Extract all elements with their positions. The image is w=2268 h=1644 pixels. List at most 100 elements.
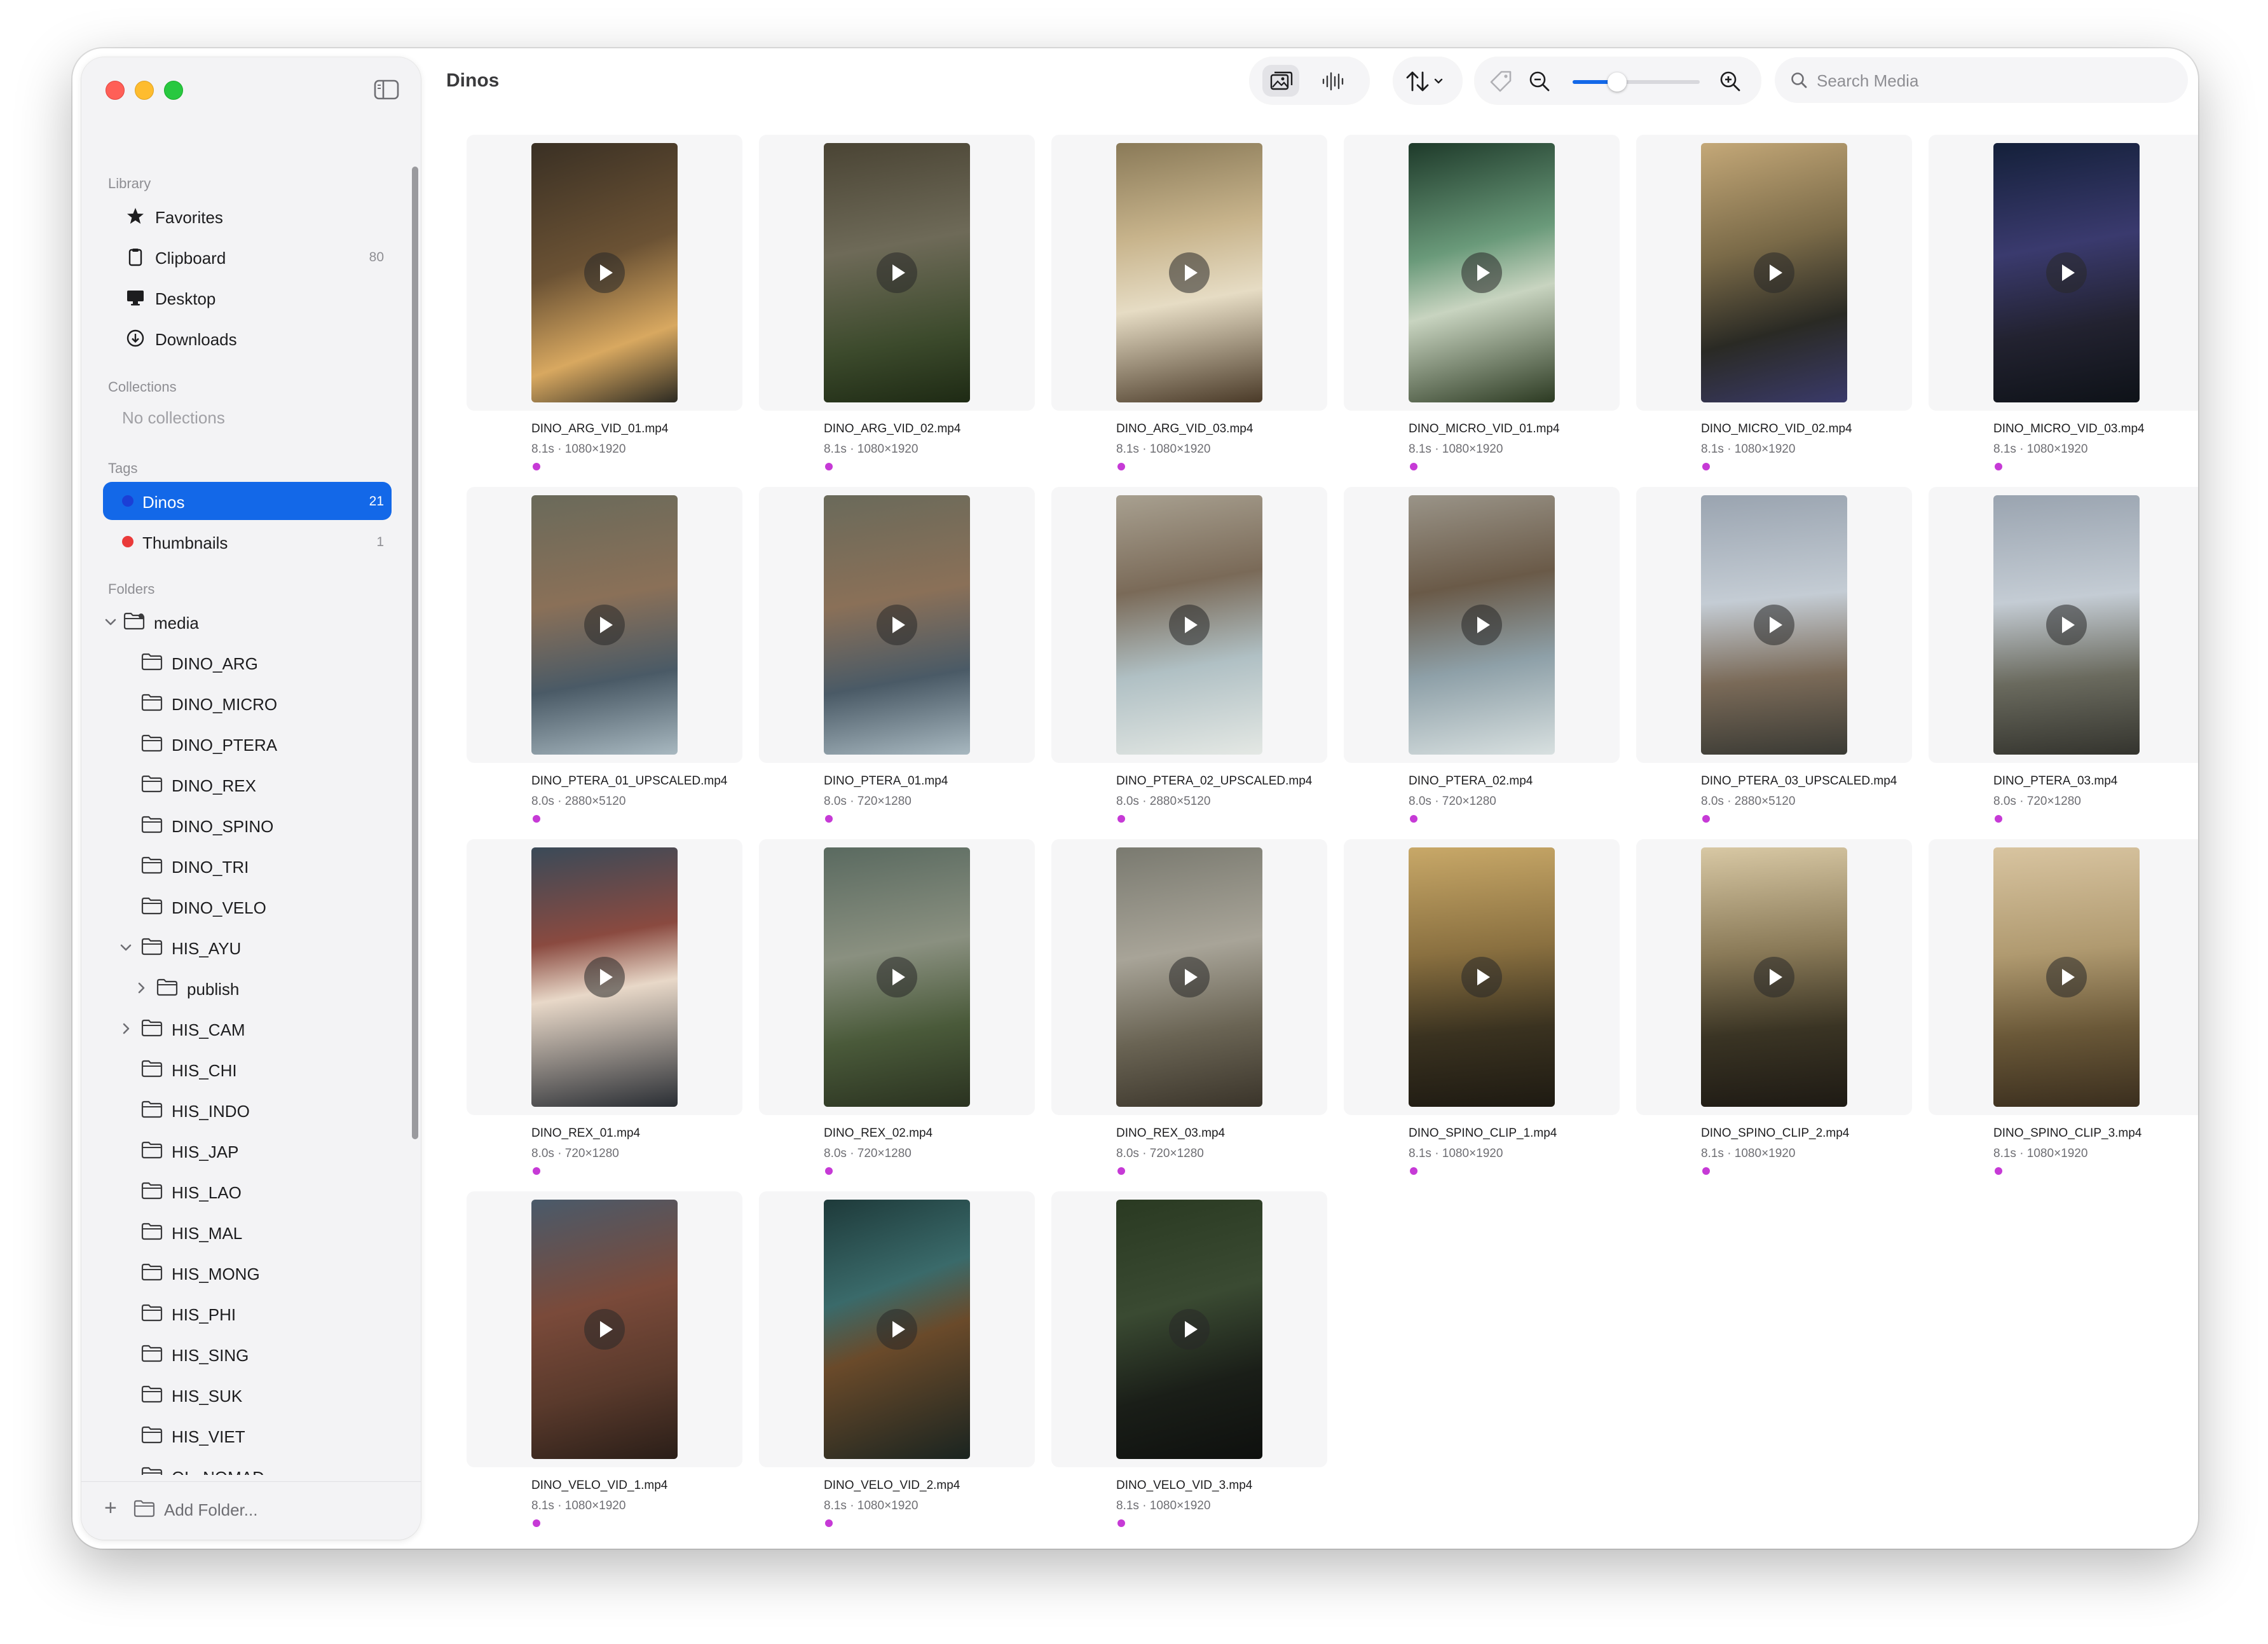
sidebar-folder-his-mong[interactable]: HIS_MONG [118,1254,411,1292]
zoom-slider[interactable] [1573,72,1700,92]
media-thumbnail-tile[interactable] [1636,839,1912,1115]
sidebar-folder-his-sing[interactable]: HIS_SING [118,1335,411,1373]
sidebar-folder-his-cam[interactable]: HIS_CAM [118,1010,411,1048]
sidebar-item-clipboard[interactable]: Clipboard 80 [103,238,392,276]
video-thumbnail[interactable] [1409,847,1555,1107]
zoom-out-icon[interactable] [1528,70,1551,93]
minimize-window-button[interactable] [135,81,154,100]
sidebar-folder-dino-micro[interactable]: DINO_MICRO [118,684,411,722]
video-thumbnail[interactable] [1116,1200,1262,1459]
media-thumbnail-tile[interactable] [759,839,1035,1115]
video-thumbnail[interactable] [824,1200,970,1459]
chevron-right-icon[interactable] [118,1021,133,1036]
video-thumbnail[interactable] [1701,143,1847,402]
video-thumbnail[interactable] [1409,143,1555,402]
media-thumbnail-tile[interactable] [759,135,1035,411]
video-thumbnail[interactable] [824,847,970,1107]
play-icon[interactable] [1754,957,1794,997]
sidebar-folder-his-viet[interactable]: HIS_VIET [118,1416,411,1455]
video-thumbnail[interactable] [531,847,678,1107]
sidebar-folder-dino-arg[interactable]: DINO_ARG [118,643,411,682]
video-thumbnail[interactable] [1409,495,1555,755]
media-thumbnail-tile[interactable] [467,135,742,411]
sidebar-folder-his-suk[interactable]: HIS_SUK [118,1376,411,1414]
sidebar-scroll-area[interactable]: Library Favorites Clipboard 80 Desktop D… [81,114,421,1475]
media-thumbnail-tile[interactable] [1051,1191,1327,1467]
play-icon[interactable] [1754,605,1794,645]
sidebar-folder-his-jap[interactable]: HIS_JAP [118,1132,411,1170]
media-thumbnail-tile[interactable] [467,487,742,763]
video-thumbnail[interactable] [1993,143,2140,402]
media-thumbnail-tile[interactable] [1344,135,1620,411]
play-icon[interactable] [1461,252,1502,293]
sidebar-folder-his-mal[interactable]: HIS_MAL [118,1213,411,1251]
play-icon[interactable] [1169,957,1210,997]
media-thumbnail-tile[interactable] [467,839,742,1115]
plus-icon[interactable]: + [104,1497,117,1519]
video-thumbnail[interactable] [531,143,678,402]
media-thumbnail-tile[interactable] [759,487,1035,763]
search-input[interactable] [1815,66,2174,95]
sidebar-item-desktop[interactable]: Desktop [103,278,392,317]
play-icon[interactable] [584,1309,625,1350]
play-icon[interactable] [1754,252,1794,293]
add-folder-button[interactable]: Add Folder... [164,1500,257,1520]
sidebar-item-downloads[interactable]: Downloads [103,319,392,357]
video-thumbnail[interactable] [1116,495,1262,755]
media-thumbnail-tile[interactable] [1929,839,2198,1115]
video-thumbnail[interactable] [531,1200,678,1459]
media-thumbnail-tile[interactable] [1051,839,1327,1115]
play-icon[interactable] [877,252,917,293]
sidebar-folder-media[interactable]: media [103,603,395,641]
search-field[interactable] [1775,57,2188,103]
video-thumbnail[interactable] [1116,847,1262,1107]
sidebar-folder-publish[interactable]: publish [133,969,421,1007]
sidebar-scrollbar-thumb[interactable] [412,167,418,1139]
play-icon[interactable] [1169,605,1210,645]
sidebar-tag-dinos[interactable]: Dinos 21 [103,482,392,520]
chevron-down-icon[interactable] [103,614,118,629]
media-thumbnail-tile[interactable] [759,1191,1035,1467]
video-thumbnail[interactable] [531,495,678,755]
zoom-slider-knob[interactable] [1608,72,1627,92]
media-thumbnail-tile[interactable] [1344,487,1620,763]
sidebar-folder-his-phi[interactable]: HIS_PHI [118,1294,411,1332]
sidebar-folder-his-lao[interactable]: HIS_LAO [118,1172,411,1210]
video-thumbnail[interactable] [1701,495,1847,755]
zoom-in-icon[interactable] [1719,70,1742,93]
sidebar-item-favorites[interactable]: Favorites [103,197,392,235]
audio-waveform-icon[interactable] [1321,71,1346,92]
play-icon[interactable] [2046,605,2087,645]
chevron-down-icon[interactable] [118,940,133,955]
play-icon[interactable] [584,605,625,645]
play-icon[interactable] [877,957,917,997]
zoom-window-button[interactable] [164,81,183,100]
play-icon[interactable] [1461,605,1502,645]
close-window-button[interactable] [106,81,125,100]
play-icon[interactable] [584,252,625,293]
media-thumbnail-tile[interactable] [1051,135,1327,411]
video-thumbnail[interactable] [1993,847,2140,1107]
play-icon[interactable] [584,957,625,997]
sidebar-folder-dino-velo[interactable]: DINO_VELO [118,887,411,926]
media-thumbnail-tile[interactable] [1051,487,1327,763]
video-thumbnail[interactable] [824,143,970,402]
video-thumbnail[interactable] [1701,847,1847,1107]
sidebar-folder-dino-tri[interactable]: DINO_TRI [118,847,411,885]
play-icon[interactable] [1169,252,1210,293]
media-thumbnail-tile[interactable] [1929,487,2198,763]
sidebar-folder-ql-nomad[interactable]: QL_NOMAD [118,1457,411,1475]
play-icon[interactable] [2046,957,2087,997]
sidebar-folder-his-indo[interactable]: HIS_INDO [118,1091,411,1129]
media-thumbnail-tile[interactable] [1636,135,1912,411]
play-icon[interactable] [1461,957,1502,997]
media-view-icon[interactable] [1270,71,1293,92]
play-icon[interactable] [1169,1309,1210,1350]
video-thumbnail[interactable] [824,495,970,755]
media-thumbnail-tile[interactable] [1636,487,1912,763]
media-thumbnail-tile[interactable] [1929,135,2198,411]
play-icon[interactable] [877,1309,917,1350]
video-thumbnail[interactable] [1116,143,1262,402]
sidebar-folder-dino-ptera[interactable]: DINO_PTERA [118,725,411,763]
sidebar-folder-dino-spino[interactable]: DINO_SPINO [118,806,411,844]
